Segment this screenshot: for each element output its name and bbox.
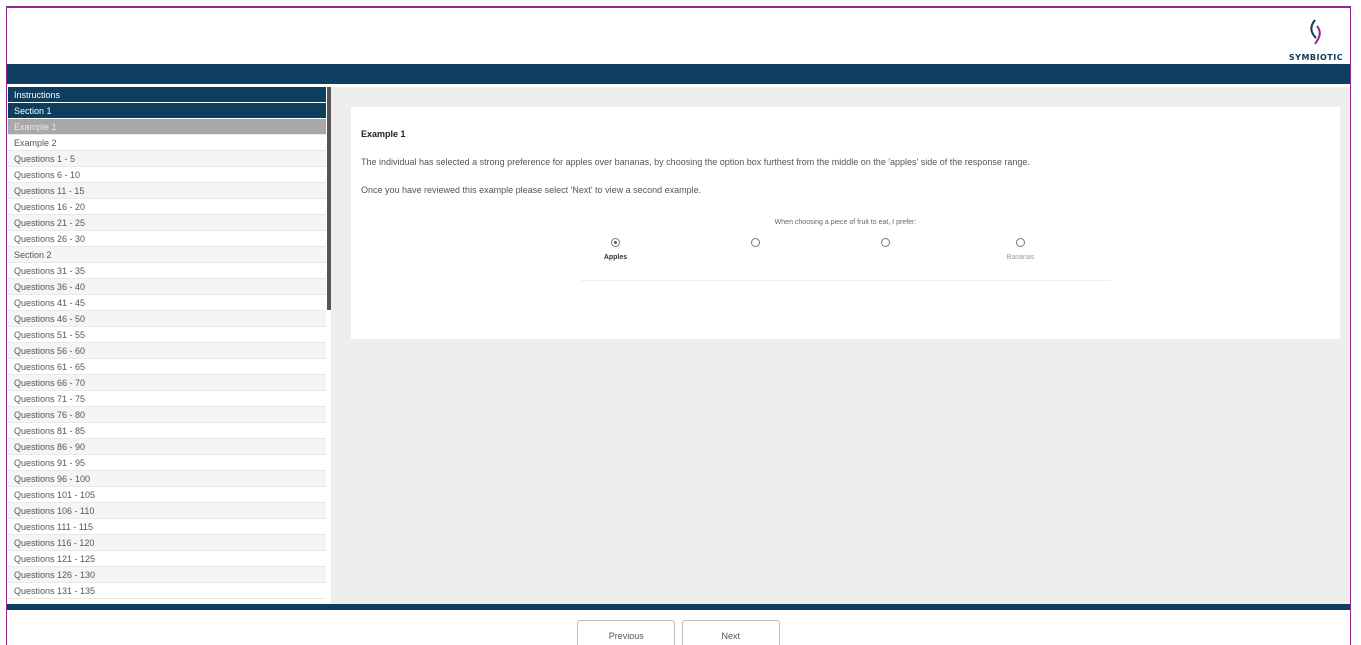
sidebar-item-questions-111-115[interactable]: Questions 111 - 115 (8, 519, 326, 535)
sidebar-item-questions-26-30[interactable]: Questions 26 - 30 (8, 231, 326, 247)
instruction-paragraph: Once you have reviewed this example plea… (361, 185, 702, 195)
option-2[interactable] (716, 234, 796, 254)
sidebar-item-section-1[interactable]: Section 1 (8, 103, 326, 119)
page-title: Example 1 (361, 129, 406, 139)
example-card: Example 1 The individual has selected a … (351, 107, 1340, 339)
sidebar-item-questions-71-75[interactable]: Questions 71 - 75 (8, 391, 326, 407)
option-bananas[interactable]: Bananas (981, 234, 1061, 261)
sidebar-item-questions-61-65[interactable]: Questions 61 - 65 (8, 359, 326, 375)
sidebar-item-questions-16-20[interactable]: Questions 16 - 20 (8, 199, 326, 215)
sidebar-item-questions-116-120[interactable]: Questions 116 - 120 (8, 535, 326, 551)
sidebar-item-questions-51-55[interactable]: Questions 51 - 55 (8, 327, 326, 343)
sidebar-item-questions-46-50[interactable]: Questions 46 - 50 (8, 311, 326, 327)
sidebar-item-questions-21-25[interactable]: Questions 21 - 25 (8, 215, 326, 231)
top-nav-bar (7, 64, 1350, 84)
previous-button[interactable]: Previous (577, 620, 676, 645)
question-prompt: When choosing a piece of fruit to eat, I… (774, 219, 917, 226)
sidebar-item-questions-1-5[interactable]: Questions 1 - 5 (8, 151, 326, 167)
sidebar-nav: Instructions Section 1 Example 1 Example 2Q… (8, 87, 326, 599)
sidebar-item-questions-56-60[interactable]: Questions 56 - 60 (8, 343, 326, 359)
app-frame: SYMBIOTIC Instructions Section 1 Example 1… (6, 6, 1351, 645)
logo-flame-icon (1310, 19, 1321, 45)
sidebar-item-questions-106-110[interactable]: Questions 106 - 110 (8, 503, 326, 519)
radio-button[interactable] (881, 238, 890, 247)
sidebar-item-questions-91-95[interactable]: Questions 91 - 95 (8, 455, 326, 471)
option-3[interactable] (846, 234, 926, 254)
sidebar-item-example-2[interactable]: Example 2 (8, 135, 326, 151)
sidebar-item-section-2[interactable]: Section 2 (8, 247, 326, 263)
sidebar-item-questions-101-105[interactable]: Questions 101 - 105 (8, 487, 326, 503)
next-button[interactable]: Next (681, 620, 780, 645)
sidebar-item-instructions[interactable]: Instructions (8, 87, 326, 103)
footer-bar (7, 604, 1350, 610)
main-content: Example 1 The individual has selected a … (331, 87, 1350, 604)
options-divider (580, 280, 1111, 281)
radio-button[interactable] (751, 238, 760, 247)
radio-button[interactable] (1016, 238, 1025, 247)
sidebar-item-questions-11-15[interactable]: Questions 11 - 15 (8, 183, 326, 199)
description-paragraph: The individual has selected a strong pre… (361, 157, 1030, 167)
response-range: Apples Bananas (576, 234, 1116, 274)
option-apples[interactable]: Apples (576, 234, 656, 261)
sidebar-item-questions-36-40[interactable]: Questions 36 - 40 (8, 279, 326, 295)
sidebar-item-questions-76-80[interactable]: Questions 76 - 80 (8, 407, 326, 423)
page-header: SYMBIOTIC (7, 8, 1350, 64)
sidebar-item-questions-81-85[interactable]: Questions 81 - 85 (8, 423, 326, 439)
sidebar-item-questions-131-135[interactable]: Questions 131 - 135 (8, 583, 326, 599)
sidebar-item-questions-31-35[interactable]: Questions 31 - 35 (8, 263, 326, 279)
radio-button[interactable] (611, 238, 620, 247)
sidebar-item-questions-41-45[interactable]: Questions 41 - 45 (8, 295, 326, 311)
sidebar-item-questions-121-125[interactable]: Questions 121 - 125 (8, 551, 326, 567)
sidebar-item-questions-66-70[interactable]: Questions 66 - 70 (8, 375, 326, 391)
sidebar-item-questions-96-100[interactable]: Questions 96 - 100 (8, 471, 326, 487)
option-label: Bananas (1006, 254, 1035, 261)
sidebar-item-questions-6-10[interactable]: Questions 6 - 10 (8, 167, 326, 183)
logo-text: SYMBIOTIC (1288, 53, 1344, 62)
sidebar-item-questions-86-90[interactable]: Questions 86 - 90 (8, 439, 326, 455)
brand-logo: SYMBIOTIC (1286, 18, 1346, 64)
sidebar-item-example-1[interactable]: Example 1 (8, 119, 326, 135)
footer-nav: Previous Next (7, 620, 1350, 645)
option-label: Apples (603, 254, 628, 261)
sidebar-item-questions-126-130[interactable]: Questions 126 - 130 (8, 567, 326, 583)
